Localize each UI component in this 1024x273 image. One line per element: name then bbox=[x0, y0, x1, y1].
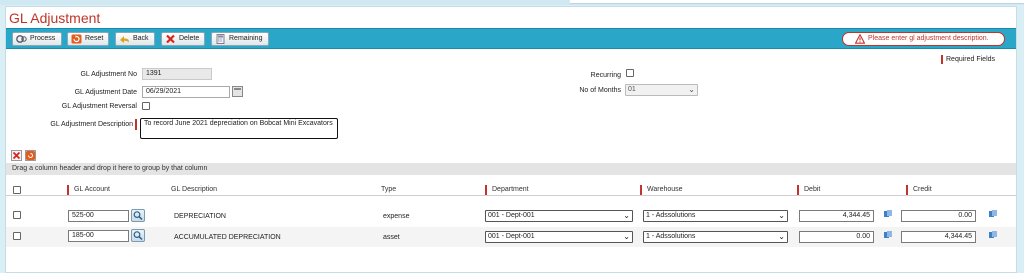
required-fields-legend: Required Fields bbox=[941, 55, 995, 64]
department-value: 001 - Dept-001 bbox=[488, 233, 535, 240]
top-strip bbox=[0, 0, 1024, 5]
delete-button[interactable]: Delete bbox=[161, 32, 205, 46]
row-checkbox[interactable] bbox=[13, 211, 21, 219]
description-required-marker bbox=[135, 119, 137, 130]
calculator-icon[interactable] bbox=[884, 231, 892, 239]
reset-button[interactable]: Reset bbox=[67, 32, 109, 46]
warning-icon bbox=[855, 34, 865, 44]
department-value: 001 - Dept-001 bbox=[488, 212, 535, 219]
delete-x-icon bbox=[166, 34, 175, 44]
remaining-label: Remaining bbox=[229, 35, 263, 42]
col-department[interactable]: Department bbox=[492, 185, 529, 195]
col-account[interactable]: GL Account bbox=[74, 185, 110, 195]
department-select[interactable]: 001 - Dept-001 ⌄ bbox=[485, 231, 633, 243]
warehouse-value: 1 - Adssolutions bbox=[646, 212, 696, 219]
type-cell: asset bbox=[383, 234, 400, 241]
months-label: No of Months bbox=[579, 87, 621, 94]
debit-input[interactable]: 0.00 bbox=[799, 231, 874, 243]
gl-description-cell: ACCUMULATED DEPRECIATION bbox=[174, 234, 281, 241]
grid-reset-button[interactable] bbox=[25, 150, 36, 161]
chevron-down-icon: ⌄ bbox=[778, 211, 785, 220]
months-value: 01 bbox=[628, 86, 636, 93]
gl-adjustment-panel: GL Adjustment Process Reset Back Delete … bbox=[5, 6, 1017, 273]
col-debit[interactable]: Debit bbox=[804, 185, 820, 195]
reset-icon bbox=[26, 151, 35, 160]
account-required-marker bbox=[67, 185, 69, 195]
account-input[interactable]: 185-00 bbox=[68, 230, 129, 242]
delete-x-icon bbox=[12, 151, 21, 160]
grid-delete-button[interactable] bbox=[11, 150, 22, 161]
account-lookup-button[interactable] bbox=[131, 229, 145, 242]
calendar-icon[interactable] bbox=[232, 86, 243, 97]
delete-label: Delete bbox=[179, 35, 200, 42]
table-row: 525-00 DEPRECIATION expense 001 - Dept-0… bbox=[6, 207, 1016, 227]
account-input[interactable]: 525-00 bbox=[68, 210, 129, 222]
warehouse-required-marker bbox=[640, 185, 642, 195]
reset-label: Reset bbox=[85, 35, 104, 42]
chevron-down-icon: ⌄ bbox=[623, 232, 630, 241]
account-lookup-button[interactable] bbox=[131, 209, 145, 222]
adjustment-date-label: GL Adjustment Date bbox=[74, 89, 137, 96]
reversal-checkbox[interactable] bbox=[142, 102, 150, 110]
credit-input[interactable]: 4,344.45 bbox=[901, 231, 976, 243]
col-description[interactable]: GL Description bbox=[171, 185, 217, 195]
magnifier-icon bbox=[133, 231, 143, 240]
gl-description-cell: DEPRECIATION bbox=[174, 213, 226, 220]
warehouse-value: 1 - Adssolutions bbox=[646, 233, 696, 240]
calculator-icon[interactable] bbox=[989, 210, 997, 218]
calculator-icon[interactable] bbox=[884, 210, 892, 218]
select-all-checkbox[interactable] bbox=[13, 186, 21, 194]
back-label: Back bbox=[133, 35, 149, 42]
credit-input[interactable]: 0.00 bbox=[901, 210, 976, 222]
chevron-down-icon: ⌄ bbox=[778, 232, 785, 241]
process-button[interactable]: Process bbox=[12, 32, 62, 46]
error-message: Please enter gl adjustment description. bbox=[842, 32, 1005, 46]
group-drop-area[interactable]: Drag a column header and drop it here to… bbox=[6, 163, 1016, 175]
toolbar: Process Reset Back Delete Remaining Plea… bbox=[6, 28, 1016, 49]
months-select: 01 ⌄ bbox=[625, 84, 698, 96]
remaining-calc-icon bbox=[216, 34, 225, 44]
type-cell: expense bbox=[383, 213, 410, 220]
department-select[interactable]: 001 - Dept-001 ⌄ bbox=[485, 210, 633, 222]
chevron-down-icon: ⌄ bbox=[688, 85, 695, 94]
magnifier-icon bbox=[133, 211, 143, 220]
col-warehouse[interactable]: Warehouse bbox=[647, 185, 683, 195]
col-credit[interactable]: Credit bbox=[913, 185, 932, 195]
warehouse-select[interactable]: 1 - Adssolutions ⌄ bbox=[643, 210, 788, 222]
top-strip-white bbox=[570, 0, 1024, 4]
adjustment-no-field: 1391 bbox=[142, 68, 212, 80]
process-label: Process bbox=[30, 35, 56, 42]
warehouse-select[interactable]: 1 - Adssolutions ⌄ bbox=[643, 231, 788, 243]
page-title: GL Adjustment bbox=[9, 10, 101, 26]
process-icon bbox=[16, 35, 27, 43]
calculator-icon[interactable] bbox=[989, 231, 997, 239]
grid-header: GL Account GL Description Type Departmen… bbox=[6, 185, 1016, 196]
back-button[interactable]: Back bbox=[115, 32, 155, 46]
reversal-label: GL Adjustment Reversal bbox=[61, 103, 137, 110]
credit-required-marker bbox=[906, 185, 908, 195]
department-required-marker bbox=[485, 185, 487, 195]
remaining-button[interactable]: Remaining bbox=[211, 32, 269, 46]
description-label: GL Adjustment Description bbox=[50, 121, 133, 128]
table-row: 185-00 ACCUMULATED DEPRECIATION asset 00… bbox=[6, 227, 1016, 247]
recurring-checkbox[interactable] bbox=[626, 69, 634, 77]
reset-icon bbox=[71, 34, 82, 44]
description-field[interactable]: To record June 2021 depreciation on Bobc… bbox=[140, 118, 338, 139]
col-type[interactable]: Type bbox=[381, 185, 396, 195]
adjustment-no-label: GL Adjustment No bbox=[80, 71, 137, 78]
back-arrow-icon bbox=[120, 36, 129, 43]
debit-required-marker bbox=[797, 185, 799, 195]
debit-input[interactable]: 4,344.45 bbox=[799, 210, 874, 222]
chevron-down-icon: ⌄ bbox=[623, 211, 630, 220]
row-checkbox[interactable] bbox=[13, 232, 21, 240]
recurring-label: Recurring bbox=[590, 72, 621, 79]
adjustment-date-field[interactable]: 06/29/2021 bbox=[142, 86, 230, 98]
error-message-text: Please enter gl adjustment description. bbox=[868, 35, 989, 42]
